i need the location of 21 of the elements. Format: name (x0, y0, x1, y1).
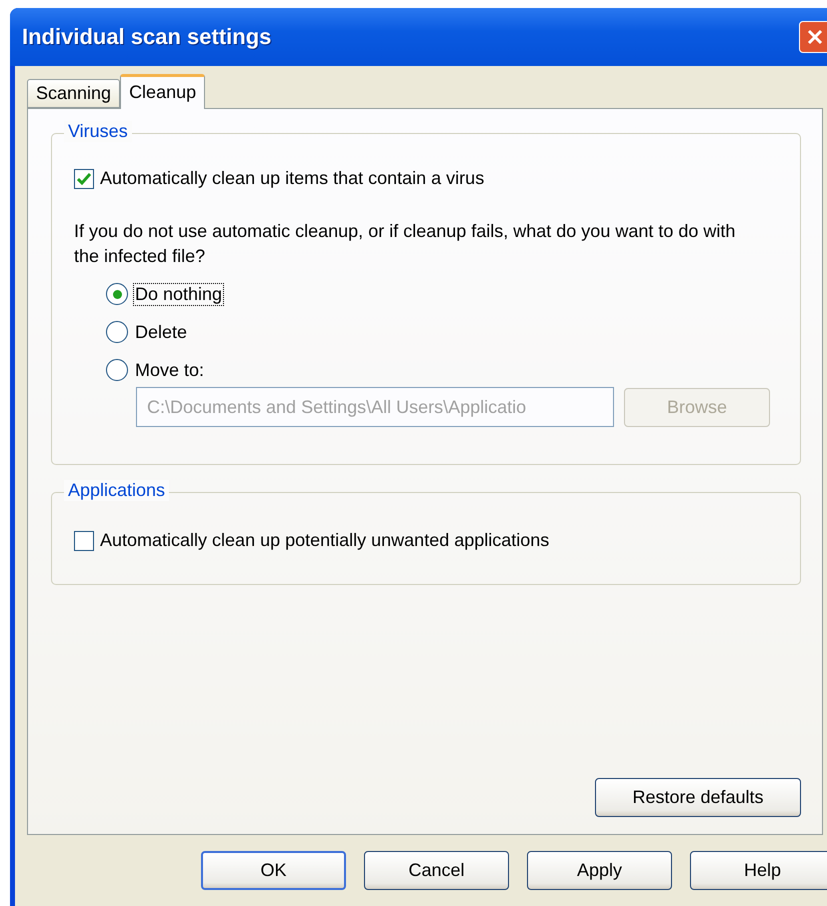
dialog-button[interactable]: Cancel (364, 851, 509, 890)
dialog-button[interactable]: Apply (527, 851, 672, 890)
tab[interactable]: Cleanup (120, 74, 206, 109)
dialog-button[interactable]: OK (201, 851, 346, 890)
radio-label: Move to: (134, 360, 206, 380)
group-title: Applications (64, 480, 170, 501)
checkbox[interactable] (74, 168, 94, 188)
close-icon[interactable] (799, 21, 827, 53)
radio-button[interactable] (106, 359, 128, 381)
checkbox-label: Automatically clean up items that contain a virus (100, 168, 484, 189)
tab[interactable]: Scanning (27, 79, 120, 108)
checkbox[interactable] (74, 530, 94, 550)
radio-button[interactable] (106, 321, 128, 343)
radio-label: Do nothing (134, 284, 224, 304)
radio-button[interactable] (106, 283, 128, 305)
window-title: Individual scan settings (22, 24, 272, 50)
radio-label: Delete (134, 322, 188, 342)
checkbox-label: Automatically clean up potentially unwanted applications (100, 530, 550, 551)
restore-defaults-button[interactable]: Restore defaults (595, 778, 801, 817)
dialog-button[interactable]: Help (690, 851, 827, 890)
question-text: If you do not use automatic cleanup, or if cleanup fails, what do you want to do with the infected file? (74, 220, 736, 268)
